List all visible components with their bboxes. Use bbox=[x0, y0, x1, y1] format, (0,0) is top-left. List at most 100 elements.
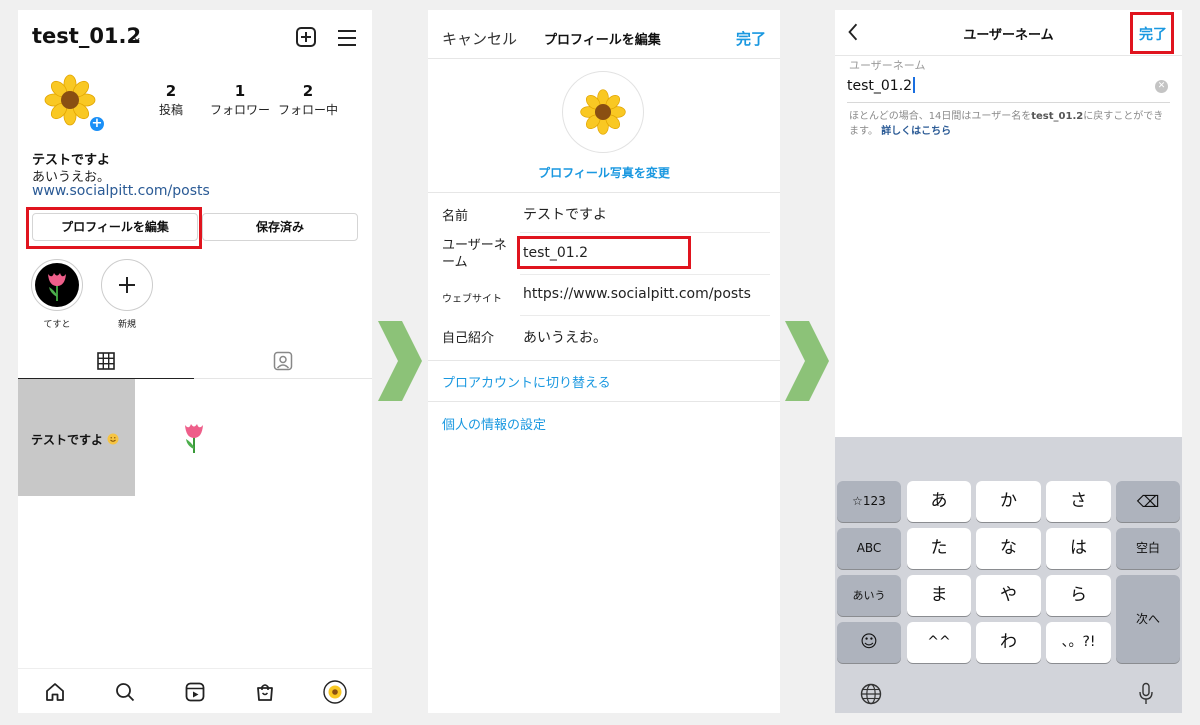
sunflower-icon[interactable] bbox=[562, 71, 644, 153]
stat-label: 投稿 bbox=[158, 103, 183, 117]
key-ta[interactable]: た bbox=[907, 528, 971, 569]
bio-field[interactable]: あいうえお。 bbox=[523, 327, 607, 347]
tagged-icon bbox=[273, 351, 293, 371]
username-edit-screen: ユーザーネーム 完了 ユーザーネーム test_01.2 ✕ ほとんどの場合、1… bbox=[835, 10, 1182, 713]
change-photo-link[interactable]: プロフィール写真を変更 bbox=[428, 164, 780, 181]
edit-profile-screen: キャンセル プロフィールを編集 完了 プロフィール写真を変更 名前 テストですよ… bbox=[428, 10, 780, 713]
key-abc[interactable]: ABC bbox=[837, 528, 901, 569]
highlight-cover bbox=[31, 259, 83, 311]
next-key[interactable]: 次へ bbox=[1116, 575, 1180, 663]
tab-tagged[interactable] bbox=[194, 346, 372, 379]
divider bbox=[428, 360, 780, 361]
hamburger-icon[interactable] bbox=[338, 30, 356, 46]
stat-label: フォロー中 bbox=[277, 103, 338, 117]
grid-icon bbox=[97, 352, 115, 370]
divider bbox=[428, 401, 780, 402]
username-field[interactable]: test_01.2 bbox=[523, 245, 588, 261]
page-title: ユーザーネーム bbox=[963, 28, 1054, 43]
shop-icon[interactable] bbox=[255, 682, 275, 702]
plus-circle-icon[interactable]: + bbox=[88, 115, 106, 133]
bio-label: 自己紹介 bbox=[442, 331, 495, 346]
done-button[interactable]: 完了 bbox=[736, 28, 766, 49]
post-text: テストですよ bbox=[31, 433, 104, 447]
stat-label: フォロワー bbox=[209, 103, 270, 117]
key-sa[interactable]: さ bbox=[1046, 481, 1111, 522]
step-arrow-2 bbox=[785, 321, 829, 401]
divider bbox=[520, 232, 770, 233]
divider bbox=[847, 102, 1170, 103]
stat-count: 1 bbox=[234, 82, 246, 100]
post-caption-text: テストですよ bbox=[31, 431, 119, 448]
personal-info-link[interactable]: 個人の情報の設定 bbox=[442, 414, 546, 433]
tulip-icon bbox=[185, 424, 203, 453]
name-field[interactable]: テストですよ bbox=[523, 204, 607, 224]
profile-website-link[interactable]: www.socialpitt.com/posts bbox=[32, 183, 210, 199]
key-ka[interactable]: か bbox=[976, 481, 1041, 522]
edit-profile-button[interactable]: プロフィールを編集 bbox=[32, 213, 198, 241]
divider bbox=[428, 192, 780, 193]
home-icon[interactable] bbox=[45, 682, 65, 702]
globe-icon[interactable] bbox=[860, 683, 882, 705]
space-key[interactable]: 空白 bbox=[1116, 528, 1180, 569]
reels-icon[interactable] bbox=[185, 682, 205, 702]
key-na[interactable]: な bbox=[976, 528, 1041, 569]
stat-following[interactable]: 2 フォロー中 bbox=[273, 82, 343, 118]
username-label: ユーザーネーム bbox=[442, 238, 507, 270]
bottom-nav bbox=[18, 668, 372, 713]
key-numbers[interactable]: ☆123 bbox=[837, 481, 901, 522]
key-wa[interactable]: わ bbox=[976, 622, 1041, 663]
keyboard: ☆123 あ か さ ⌫ ABC た な は 空白 あいう ま や ら 次へ ☺… bbox=[835, 437, 1182, 713]
website-field[interactable]: https://www.socialpitt.com/posts bbox=[523, 286, 759, 302]
name-label: 名前 bbox=[442, 209, 469, 224]
key-ma[interactable]: ま bbox=[907, 575, 971, 616]
divider bbox=[520, 274, 770, 275]
help-text-name: test_01.2 bbox=[1031, 111, 1084, 122]
stat-followers[interactable]: 1 フォロワー bbox=[205, 82, 275, 118]
key-ha[interactable]: は bbox=[1046, 528, 1111, 569]
cancel-button[interactable]: キャンセル bbox=[442, 28, 517, 49]
tulip-icon bbox=[48, 273, 66, 301]
divider bbox=[520, 315, 770, 316]
field-label: ユーザーネーム bbox=[849, 59, 926, 72]
divider bbox=[428, 58, 780, 59]
plus-icon bbox=[101, 259, 153, 311]
step-arrow-1 bbox=[378, 321, 422, 401]
highlight-label: 新規 bbox=[117, 320, 136, 330]
clear-icon[interactable]: ✕ bbox=[1155, 80, 1168, 93]
new-highlight-button[interactable]: 新規 bbox=[100, 259, 154, 330]
plus-square-icon[interactable] bbox=[296, 27, 316, 47]
key-kana[interactable]: あいう bbox=[837, 575, 901, 616]
stat-count: 2 bbox=[165, 82, 177, 100]
post-thumbnail[interactable] bbox=[136, 379, 253, 496]
highlight-item[interactable]: てすと bbox=[31, 259, 83, 330]
help-text-prefix: ほとんどの場合、14日間はユーザー名を bbox=[849, 111, 1032, 122]
switch-pro-link[interactable]: プロアカウントに切り替える bbox=[442, 372, 611, 391]
emoji-icon[interactable]: ☺ bbox=[837, 622, 901, 663]
backspace-icon[interactable]: ⌫ bbox=[1116, 481, 1180, 522]
done-button[interactable]: 完了 bbox=[1139, 24, 1167, 44]
help-text: ほとんどの場合、14日間はユーザー名をtest_01.2に戻すことができます。 … bbox=[849, 109, 1171, 139]
key-a[interactable]: あ bbox=[907, 481, 971, 522]
text-caret bbox=[913, 77, 916, 93]
page-title: プロフィールを編集 bbox=[544, 33, 661, 48]
tab-grid[interactable] bbox=[18, 346, 194, 379]
key-kaomoji[interactable]: ^^ bbox=[907, 622, 971, 663]
username-input-value: test_01.2 bbox=[847, 78, 913, 94]
key-ra[interactable]: ら bbox=[1046, 575, 1111, 616]
profile-icon[interactable] bbox=[323, 680, 347, 704]
key-punctuation[interactable]: 、。?! bbox=[1046, 622, 1111, 663]
search-icon[interactable] bbox=[115, 682, 135, 702]
stat-posts[interactable]: 2 投稿 bbox=[136, 82, 206, 118]
profile-screen: test_01.2 ⌄ + 2 投稿 1 フォロワー 2 フォロー中 テストです… bbox=[18, 10, 372, 713]
smile-emoji bbox=[107, 433, 119, 445]
key-ya[interactable]: や bbox=[976, 575, 1041, 616]
microphone-icon[interactable] bbox=[1138, 682, 1154, 706]
saved-button[interactable]: 保存済み bbox=[202, 213, 358, 241]
username-input[interactable]: test_01.2 bbox=[847, 77, 916, 94]
profile-username[interactable]: test_01.2 bbox=[32, 24, 141, 48]
stat-count: 2 bbox=[302, 82, 314, 100]
learn-more-link[interactable]: 詳しくはこちら bbox=[881, 126, 951, 137]
chevron-down-icon[interactable]: ⌄ bbox=[132, 30, 142, 44]
highlight-label: てすと bbox=[43, 320, 71, 330]
website-label: ウェブサイト bbox=[442, 294, 502, 305]
